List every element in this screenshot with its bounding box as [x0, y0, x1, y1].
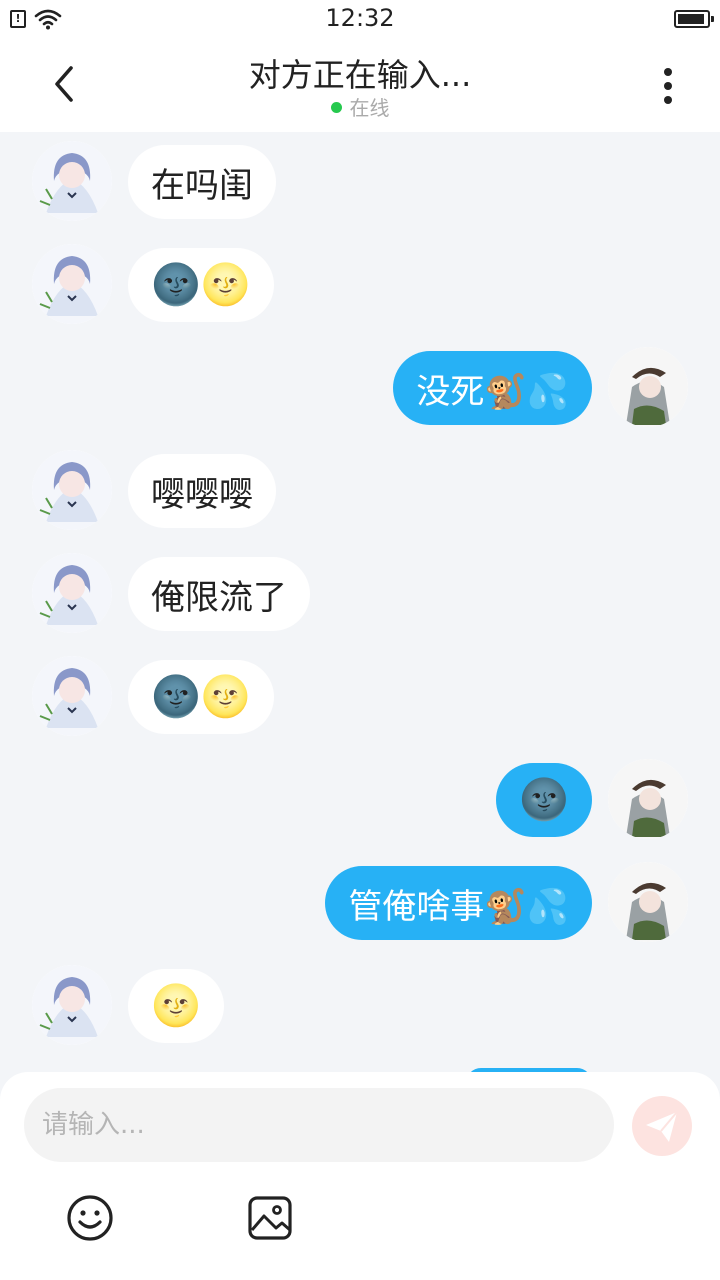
chat-header: 对方正在输入... 在线 [0, 40, 720, 132]
composer-panel [0, 1072, 720, 1280]
status-clock: 12:32 [325, 4, 395, 32]
message-bubble[interactable]: 🌝 [128, 969, 224, 1043]
message-row: 俺限流了 [0, 553, 720, 633]
send-button[interactable] [632, 1096, 692, 1156]
message-row: 🌝 [0, 965, 720, 1045]
paper-plane-icon [646, 1111, 678, 1142]
smiley-icon [67, 1195, 113, 1241]
message-input[interactable] [24, 1088, 614, 1162]
message-bubble[interactable]: 在吗闺 [128, 145, 276, 219]
battery-icon [674, 10, 714, 28]
user-avatar[interactable] [608, 759, 688, 839]
message-bubble[interactable]: 没死🐒💦 [393, 351, 592, 425]
contact-avatar[interactable] [32, 141, 112, 221]
message-bubble[interactable]: 🌚 [496, 763, 592, 837]
status-bar: ! 12:32 [0, 0, 720, 40]
contact-avatar[interactable] [32, 656, 112, 736]
message-bubble[interactable]: 管俺啥事🐒💦 [325, 866, 592, 940]
message-row: 🌚 [0, 759, 720, 839]
message-row: 管俺啥事🐒💦 [0, 862, 720, 942]
message-row: 🌚🌝 [0, 244, 720, 324]
online-status-label: 在线 [349, 96, 390, 120]
message-row: 在吗闺 [0, 141, 720, 221]
chat-title: 对方正在输入... [248, 56, 472, 94]
emoji-button[interactable] [66, 1194, 114, 1242]
online-dot-icon [330, 102, 342, 113]
user-avatar[interactable] [608, 347, 688, 427]
image-icon [248, 1196, 292, 1240]
contact-avatar[interactable] [32, 450, 112, 530]
message-row: 嘤嘤嘤 [0, 450, 720, 530]
message-bubble[interactable]: 嘤嘤嘤 [128, 454, 276, 528]
contact-avatar[interactable] [32, 965, 112, 1045]
contact-avatar[interactable] [32, 553, 112, 633]
online-status: 在线 [0, 92, 720, 121]
message-bubble[interactable]: 俺限流了 [128, 557, 310, 631]
image-button[interactable] [246, 1194, 294, 1242]
user-avatar[interactable] [608, 862, 688, 942]
more-options-button[interactable] [640, 62, 696, 110]
message-bubble[interactable]: 🌚🌝 [128, 248, 274, 322]
more-vertical-icon [664, 68, 672, 76]
message-bubble[interactable]: 🌚🌝 [128, 660, 274, 734]
message-row: 🌚🌝 [0, 656, 720, 736]
message-row: 没死🐒💦 [0, 347, 720, 427]
contact-avatar[interactable] [32, 244, 112, 324]
